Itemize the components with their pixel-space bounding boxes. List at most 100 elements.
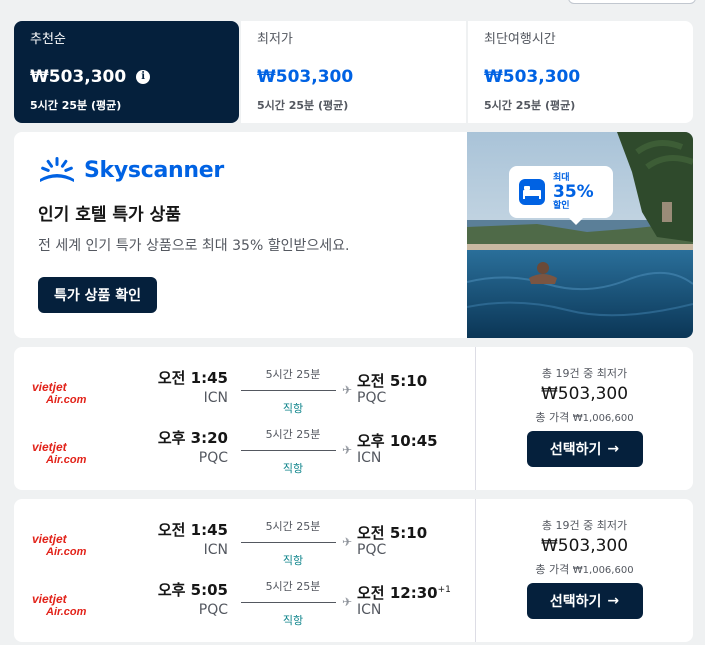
- svg-text:Air.com: Air.com: [45, 606, 87, 617]
- itinerary-legs: vietjet Air.com 오전 1:45 ICN 5시간 25분 ✈ 직항…: [14, 499, 476, 642]
- vietjet-logo: vietjet Air.com: [32, 440, 87, 465]
- arrival: 오전 5:10 PQC: [357, 519, 427, 558]
- badge-percent: 35%: [553, 181, 594, 202]
- svg-text:vietjet: vietjet: [32, 532, 68, 546]
- arrival: 오전 12:30+1 ICN: [357, 579, 451, 618]
- svg-text:Air.com: Air.com: [45, 394, 87, 405]
- sunrise-icon: [40, 157, 74, 182]
- plane-icon: ✈: [341, 535, 352, 549]
- route-line: ✈: [241, 443, 352, 457]
- price-panel: 총 19건 중 최저가 ₩503,300 총 가격 ₩1,006,600 선택하…: [476, 347, 693, 490]
- tab-duration: 5시간 25분 (평균): [484, 99, 576, 112]
- ad-title: 인기 호텔 특가 상품: [38, 205, 181, 225]
- outbound-leg: vietjet Air.com 오전 1:45 ICN 5시간 25분 ✈ 직항…: [14, 519, 476, 569]
- stops: 직항: [282, 554, 304, 567]
- departure: 오전 1:45 ICN: [158, 367, 228, 406]
- select-label: 선택하기: [549, 594, 602, 610]
- duration: 5시간 25분: [265, 428, 321, 441]
- arrival-time: 오전 5:10: [357, 524, 428, 542]
- tab-cheapest[interactable]: 최저가 ₩503,300 5시간 25분 (평균): [241, 21, 466, 123]
- departure-time: 오전 1:45: [157, 369, 228, 387]
- discount-badge: 최대 35% 할인: [509, 166, 613, 225]
- departure: 오후 5:05 PQC: [158, 579, 228, 618]
- brand-name: Skyscanner: [84, 157, 224, 183]
- arrival-time: 오전 5:10: [357, 372, 428, 390]
- svg-text:vietjet: vietjet: [32, 592, 68, 606]
- tab-fastest[interactable]: 최단여행시간 ₩503,300 5시간 25분 (평균): [468, 21, 693, 123]
- tab-price-value: ₩503,300: [30, 67, 127, 87]
- info-icon[interactable]: i: [136, 70, 151, 84]
- tab-duration: 5시간 25분 (평균): [257, 99, 349, 112]
- vietjet-logo: vietjet Air.com: [32, 532, 87, 557]
- arrow-right-icon: →: [607, 441, 620, 457]
- flight-duration-info: 5시간 25분 ✈ 직항: [240, 519, 352, 568]
- vietjet-logo: vietjet Air.com: [32, 592, 87, 617]
- ad-image: 최대 35% 할인: [467, 132, 693, 338]
- tab-price: ₩503,300: [257, 67, 354, 87]
- price: ₩503,300: [540, 536, 629, 556]
- hotel-ad-card[interactable]: Skyscanner 인기 호텔 특가 상품 전 세계 인기 특가 상품으로 최…: [14, 132, 693, 338]
- ad-content: Skyscanner 인기 호텔 특가 상품 전 세계 인기 특가 상품으로 최…: [14, 132, 467, 338]
- stops: 직항: [282, 402, 304, 415]
- departure-airport: ICN: [203, 542, 228, 558]
- select-button[interactable]: 선택하기 →: [526, 431, 643, 467]
- departure-time: 오전 1:45: [157, 521, 228, 539]
- itinerary-legs: vietjet Air.com 오전 1:45 ICN 5시간 25분 ✈ 직항…: [14, 347, 476, 490]
- tab-label: 최저가: [257, 32, 293, 47]
- route-line: ✈: [241, 535, 352, 549]
- arrival-airport: PQC: [357, 390, 387, 406]
- sort-tabs: 추천순 ₩503,300 i 5시간 25분 (평균) 최저가 ₩503,300…: [14, 21, 693, 123]
- plane-icon: ✈: [341, 595, 352, 609]
- return-leg: vietjet Air.com 오후 3:20 PQC 5시간 25분 ✈ 직항…: [14, 427, 476, 477]
- departure-time: 오후 3:20: [157, 429, 228, 447]
- route-line: ✈: [241, 595, 352, 609]
- top-dropdown-edge[interactable]: [568, 0, 696, 4]
- price: ₩503,300: [540, 384, 629, 404]
- duration: 5시간 25분: [265, 580, 321, 593]
- flight-duration-info: 5시간 25분 ✈ 직항: [240, 579, 352, 628]
- view-deals-button[interactable]: 특가 상품 확인: [38, 277, 158, 313]
- departure-time: 오후 5:05: [157, 581, 228, 599]
- departure-airport: PQC: [198, 602, 228, 618]
- svg-text:vietjet: vietjet: [32, 440, 68, 454]
- flight-duration-info: 5시간 25분 ✈ 직항: [240, 427, 352, 476]
- price-panel: 총 19건 중 최저가 ₩503,300 총 가격 ₩1,006,600 선택하…: [476, 499, 693, 642]
- infinity-pool-photo: [467, 132, 693, 338]
- duration: 5시간 25분: [265, 368, 321, 381]
- hotel-bed-icon: [519, 179, 545, 205]
- tab-price: ₩503,300 i: [30, 66, 223, 88]
- arrival: 오전 5:10 PQC: [357, 367, 427, 406]
- stops: 직항: [282, 614, 304, 627]
- svg-text:Air.com: Air.com: [45, 546, 87, 557]
- route-line: ✈: [241, 383, 352, 397]
- flight-result-card[interactable]: vietjet Air.com 오전 1:45 ICN 5시간 25분 ✈ 직항…: [14, 347, 693, 490]
- plane-icon: ✈: [341, 383, 352, 397]
- tab-duration: 5시간 25분 (평균): [30, 99, 122, 112]
- discount-text: 최대 35% 할인: [553, 173, 594, 211]
- flight-result-card[interactable]: vietjet Air.com 오전 1:45 ICN 5시간 25분 ✈ 직항…: [14, 499, 693, 642]
- arrival-airport: PQC: [357, 542, 387, 558]
- tab-price: ₩503,300: [484, 67, 581, 87]
- departure: 오전 1:45 ICN: [158, 519, 228, 558]
- day-offset: +1: [437, 585, 451, 595]
- deal-count: 총 19건 중 최저가: [541, 519, 628, 532]
- vietjet-logo: vietjet Air.com: [32, 380, 87, 405]
- duration: 5시간 25분: [265, 520, 321, 533]
- svg-text:vietjet: vietjet: [32, 380, 68, 394]
- badge-bottom-text: 할인: [553, 200, 570, 211]
- departure: 오후 3:20 PQC: [158, 427, 228, 466]
- outbound-leg: vietjet Air.com 오전 1:45 ICN 5시간 25분 ✈ 직항…: [14, 367, 476, 417]
- select-button[interactable]: 선택하기 →: [526, 583, 643, 619]
- arrow-right-icon: →: [607, 593, 620, 609]
- departure-airport: ICN: [203, 390, 228, 406]
- arrival: 오후 10:45 ICN: [357, 427, 438, 466]
- tab-label: 최단여행시간: [484, 32, 556, 47]
- arrival-time: 오후 10:45: [357, 432, 438, 450]
- departure-airport: PQC: [198, 450, 228, 466]
- arrival-airport: ICN: [357, 602, 382, 618]
- tab-recommended[interactable]: 추천순 ₩503,300 i 5시간 25분 (평균): [14, 21, 239, 123]
- total-price: 총 가격 ₩1,006,600: [535, 563, 634, 576]
- arrival-airport: ICN: [357, 450, 382, 466]
- plane-icon: ✈: [341, 443, 352, 457]
- tab-label: 추천순: [30, 32, 66, 47]
